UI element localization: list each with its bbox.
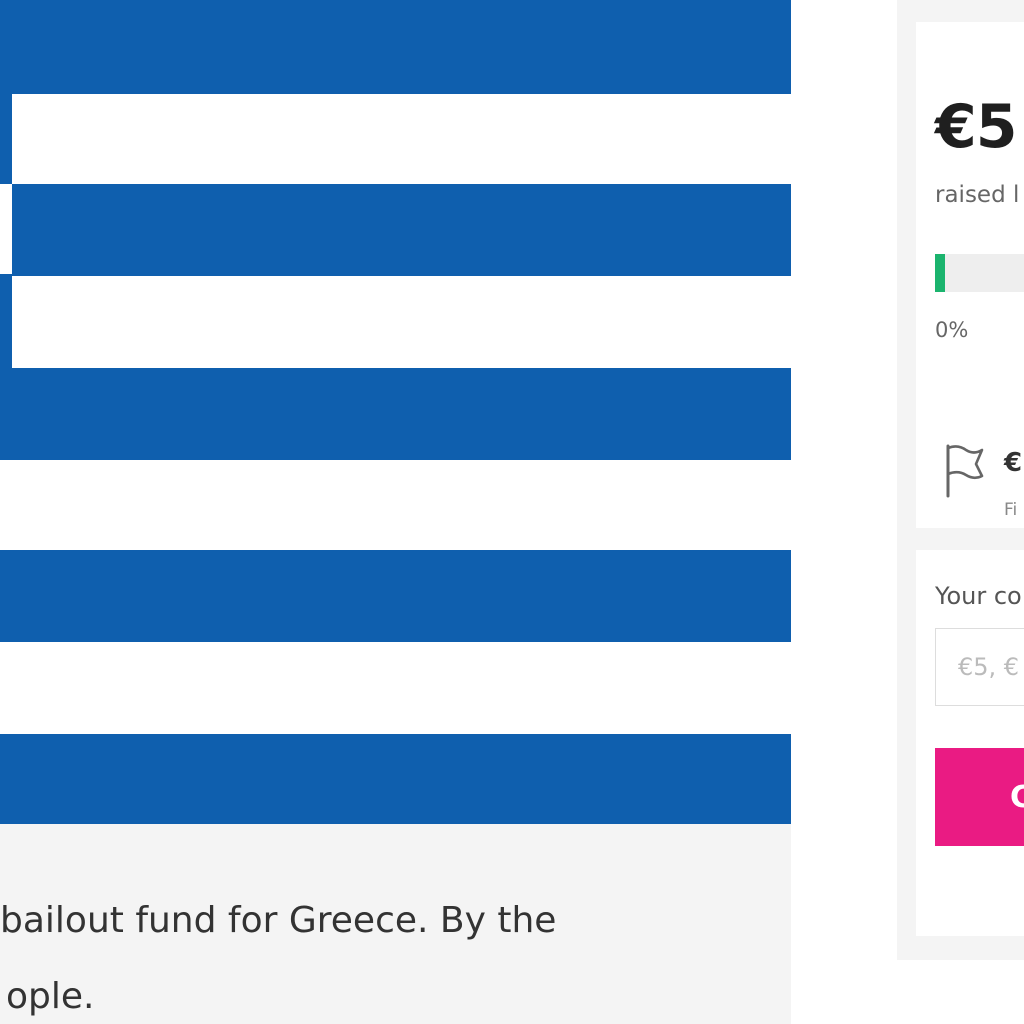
- goal-amount: €: [1004, 448, 1023, 478]
- flag-stripe: [0, 184, 791, 276]
- flag-stripe: [0, 550, 791, 642]
- progress-percent: 0%: [935, 318, 969, 342]
- raised-amount: €5: [935, 92, 1017, 162]
- flag-stripe: [0, 368, 791, 460]
- flag-icon: [946, 444, 984, 498]
- progress-bar: [935, 254, 1024, 292]
- contribute-button[interactable]: C: [935, 748, 1024, 846]
- flag-stripe: [0, 0, 791, 94]
- progress-fill: [935, 254, 945, 292]
- raised-label: raised l: [935, 182, 1020, 208]
- contribution-label: Your co: [935, 582, 1022, 610]
- funding-summary-card: €5 raised l 0% € Fi: [916, 22, 1024, 528]
- flag-stripe: [0, 734, 791, 824]
- description-line: ople.: [6, 976, 95, 1017]
- contribution-amount-input[interactable]: [935, 628, 1024, 706]
- campaign-flag-image: [0, 0, 791, 824]
- campaign-description: bailout fund for Greece. By the ople.: [0, 824, 791, 1024]
- flag-cross: [0, 184, 12, 274]
- contribute-card: Your co C: [916, 550, 1024, 936]
- description-line: bailout fund for Greece. By the: [0, 900, 557, 941]
- goal-label: Fi: [1004, 500, 1018, 520]
